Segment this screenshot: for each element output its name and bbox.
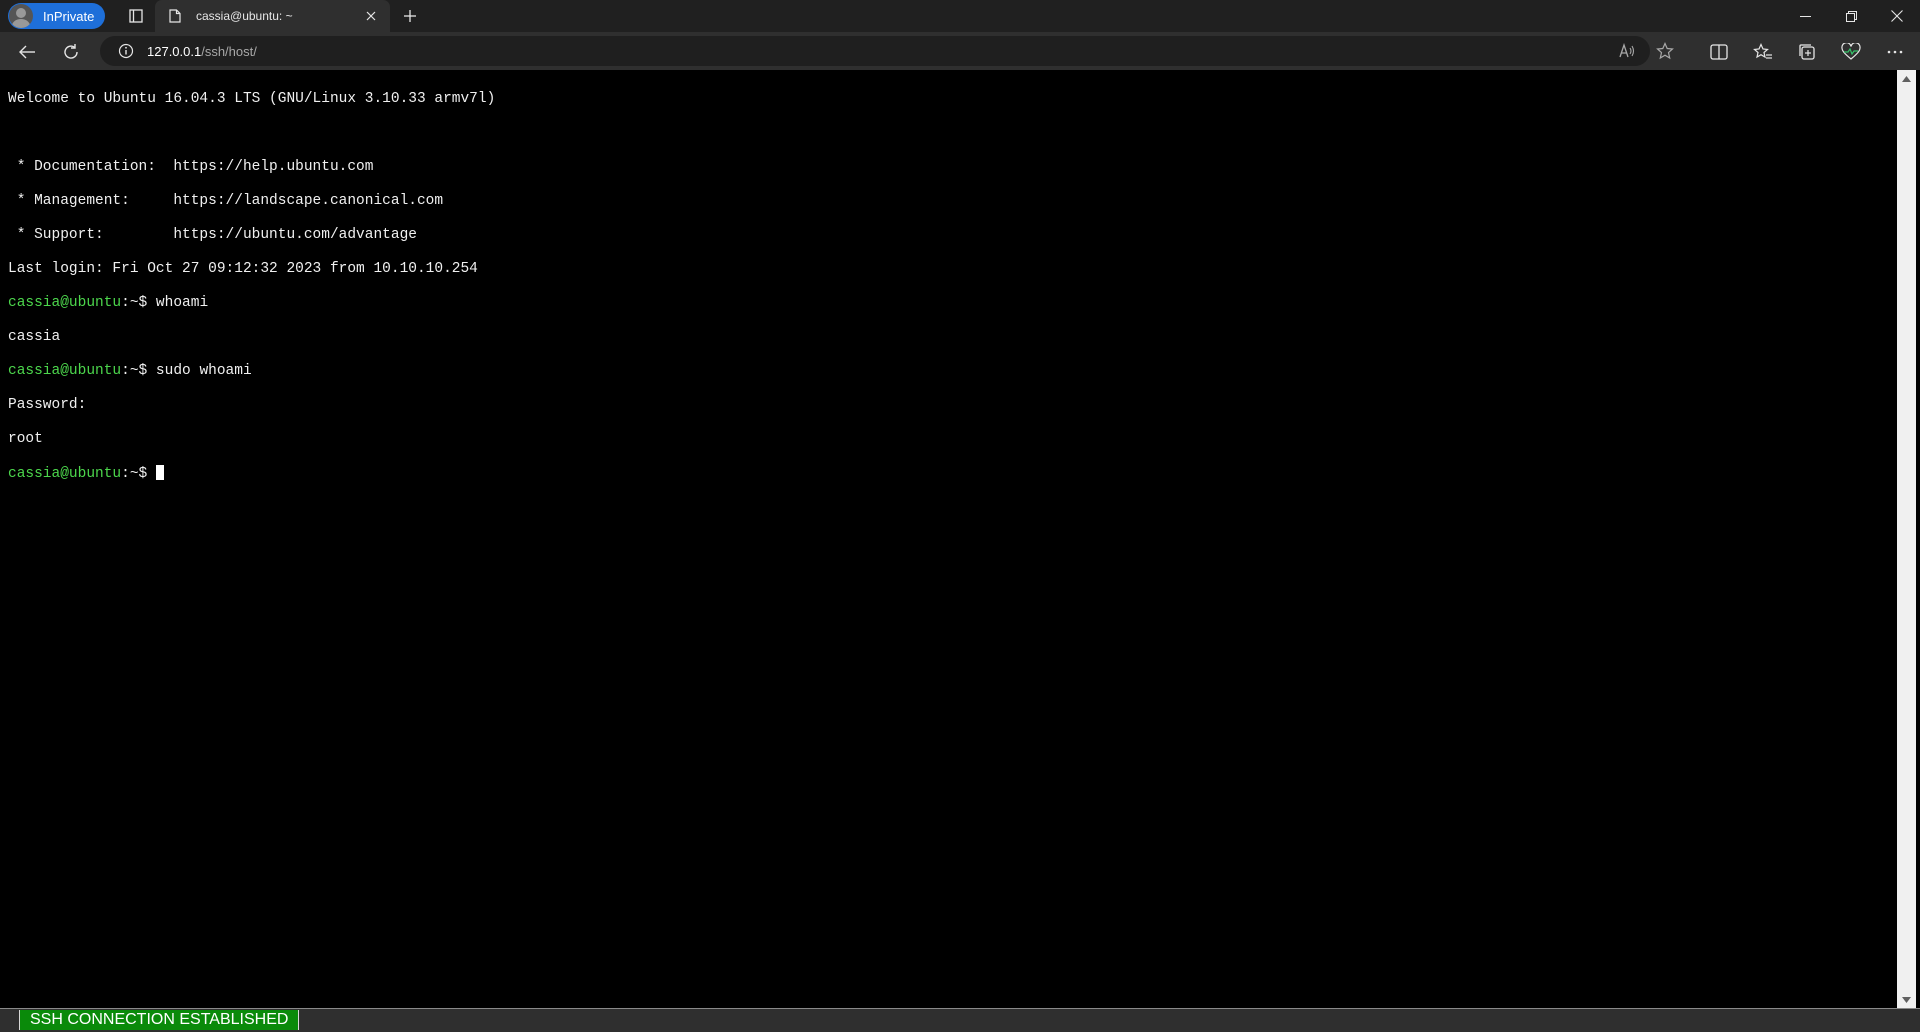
more-icon — [1887, 50, 1903, 54]
browser-essentials-button[interactable] — [1835, 36, 1867, 68]
split-screen-button[interactable] — [1703, 36, 1735, 68]
connection-status-badge: SSH CONNECTION ESTABLISHED — [19, 1010, 299, 1030]
close-icon — [1891, 10, 1903, 22]
prompt-user-host: cassia@ubuntu — [8, 295, 122, 311]
tab-close-icon[interactable] — [361, 6, 381, 26]
site-info-icon[interactable] — [117, 42, 135, 60]
settings-more-button[interactable] — [1879, 36, 1911, 68]
url-host: 127.0.0.1 — [147, 43, 202, 59]
read-aloud-icon — [1619, 43, 1635, 58]
prompt-command: :~$ sudo whoami — [121, 363, 252, 379]
terminal-line: * Management: https://landscape.canonica… — [8, 193, 444, 209]
inprivate-button[interactable]: InPrivate — [8, 3, 105, 29]
restore-button[interactable] — [1828, 0, 1874, 32]
restore-icon — [1845, 10, 1857, 22]
tab-actions-button[interactable] — [120, 2, 152, 30]
inprivate-label: InPrivate — [43, 8, 95, 24]
back-button[interactable] — [11, 36, 43, 68]
tab-actions-icon — [129, 9, 143, 23]
terminal-line: * Documentation: https://help.ubuntu.com — [8, 159, 374, 175]
refresh-button[interactable] — [55, 36, 87, 68]
favorites-icon — [1753, 43, 1772, 59]
arrow-left-icon — [19, 45, 35, 59]
prompt-command: :~$ whoami — [121, 295, 209, 311]
plus-icon — [404, 10, 416, 22]
prompt-user-host: cassia@ubuntu — [8, 363, 122, 379]
close-window-button[interactable] — [1874, 0, 1920, 32]
terminal-prompt-line: cassia@ubuntu:~$ whoami — [8, 295, 1893, 312]
terminal-line: cassia — [8, 329, 61, 345]
minimize-button[interactable] — [1782, 0, 1828, 32]
address-bar[interactable]: 127.0.0.1/ssh/host/ — [100, 36, 1650, 66]
profile-avatar-icon — [9, 4, 33, 28]
terminal-line: Password: — [8, 397, 87, 413]
tab-active[interactable]: cassia@ubuntu: ~ — [155, 0, 390, 32]
terminal-scrollbar[interactable] — [1897, 70, 1916, 1008]
terminal-output[interactable]: Welcome to Ubuntu 16.04.3 LTS (GNU/Linux… — [4, 70, 1897, 1008]
collections-button[interactable] — [1791, 36, 1823, 68]
page-icon — [166, 7, 184, 25]
prompt-command: :~$ — [121, 466, 156, 482]
prompt-user-host: cassia@ubuntu — [8, 466, 122, 482]
terminal-prompt-line: cassia@ubuntu:~$ — [8, 465, 1893, 482]
star-icon — [1656, 42, 1674, 60]
terminal-line: * Support: https://ubuntu.com/advantage — [8, 227, 417, 243]
scroll-up-arrow-icon[interactable] — [1897, 70, 1916, 87]
new-tab-button[interactable] — [397, 3, 423, 29]
read-aloud-button[interactable] — [1611, 36, 1643, 66]
terminal-prompt-line: cassia@ubuntu:~$ sudo whoami — [8, 363, 1893, 380]
refresh-icon — [64, 44, 78, 59]
terminal-cursor — [155, 465, 164, 480]
navigation-bar: 127.0.0.1/ssh/host/ — [0, 32, 1920, 70]
tab-title: cassia@ubuntu: ~ — [196, 9, 293, 23]
terminal-line: root — [8, 431, 43, 447]
terminal-line: Last login: Fri Oct 27 09:12:32 2023 fro… — [8, 261, 478, 277]
url-path: /ssh/host/ — [201, 43, 257, 59]
terminal-line: Welcome to Ubuntu 16.04.3 LTS (GNU/Linux… — [8, 91, 496, 107]
favorites-button[interactable] — [1747, 36, 1779, 68]
heart-pulse-icon — [1841, 43, 1861, 60]
scroll-down-arrow-icon[interactable] — [1897, 991, 1916, 1008]
status-bar: SSH CONNECTION ESTABLISHED — [0, 1008, 1920, 1032]
collections-icon — [1799, 44, 1815, 60]
split-screen-icon — [1710, 44, 1728, 60]
favorite-star-button[interactable] — [1649, 36, 1681, 66]
minimize-icon — [1799, 15, 1811, 17]
